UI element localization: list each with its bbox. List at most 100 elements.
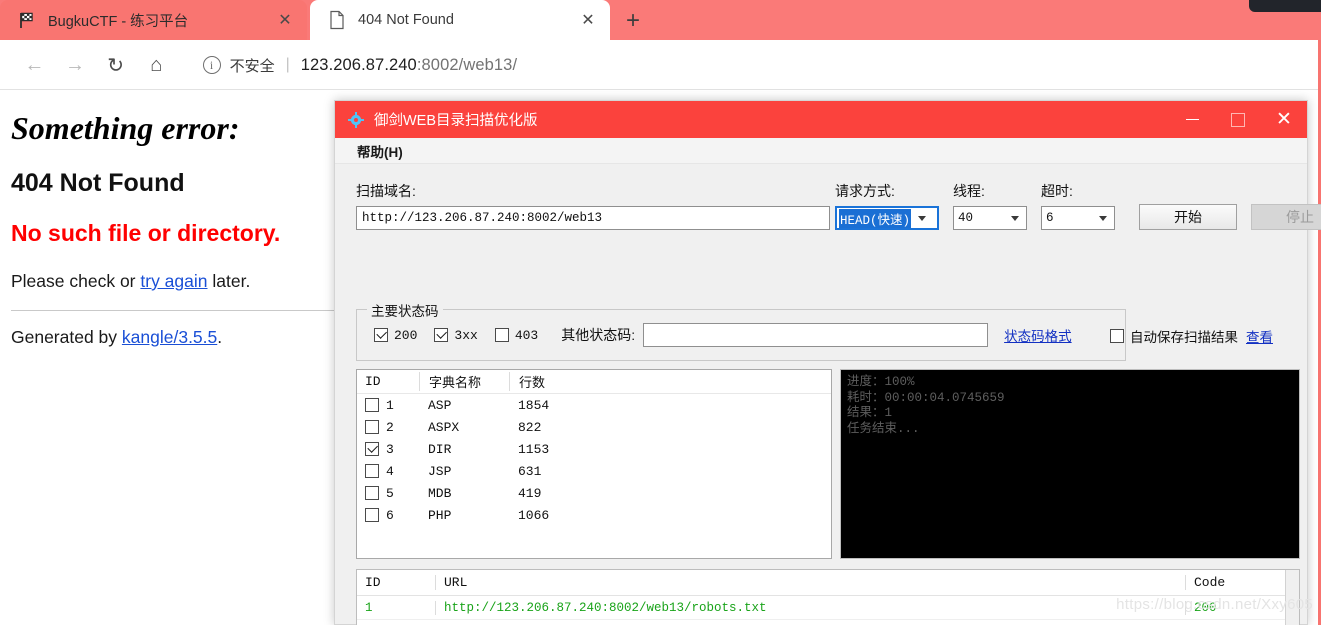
status-codes-fieldset: 主要状态码 200 3xx 403 其他状态码: 状态码格式 (356, 300, 1126, 361)
checkbox-autosave[interactable]: 自动保存扫描结果 (1110, 326, 1238, 346)
kangle-link[interactable]: kangle/3.5.5 (122, 327, 217, 347)
scanner-title-bar[interactable]: 御剑WEB目录扫描优化版 ✕ (335, 101, 1307, 138)
results-table[interactable]: ID URL Code 1 http://123.206.87.240:8002… (356, 569, 1300, 625)
scan-domain-input[interactable]: http://123.206.87.240:8002/web13 (356, 206, 830, 230)
home-icon[interactable]: ⌂ (136, 43, 177, 87)
chevron-down-icon[interactable] (911, 215, 933, 221)
try-again-link[interactable]: try again (140, 271, 207, 291)
tab-close-icon[interactable]: ✕ (271, 6, 299, 34)
generated-prefix: Generated by (11, 327, 122, 347)
checkbox-box[interactable] (365, 486, 379, 500)
back-icon[interactable]: ← (14, 43, 55, 87)
checkbox-200[interactable]: 200 (374, 328, 417, 343)
tab-title: BugkuCTF - 练习平台 (48, 13, 189, 30)
results-col-id: ID (365, 575, 381, 590)
checkbox-label: 403 (514, 327, 539, 343)
window-controls: ✕ (1169, 101, 1307, 138)
address-bar[interactable]: i 不安全 | 123.206.87.240:8002/web13/ (190, 47, 1321, 83)
dictionary-lines: 1153 (518, 441, 550, 457)
dictionary-list[interactable]: ID 字典名称 行数 1 ASP 1854 2 ASPX 822 3 DIR 1… (356, 369, 832, 559)
flag-icon (16, 9, 38, 31)
dictionary-id-cell: 3 (357, 442, 419, 457)
other-codes-label: 其他状态码: (561, 327, 636, 343)
chevron-down-icon[interactable] (1004, 215, 1026, 221)
browser-navigation-bar: ← → ↻ ⌂ i 不安全 | 123.206.87.240:8002/web1… (0, 40, 1321, 90)
scan-options-group: 请求方式: HEAD(快速) 线程: 40 超时: 6 开始 停止 (835, 181, 1321, 230)
dictionary-name: JSP (428, 463, 452, 479)
threads-select[interactable]: 40 (953, 206, 1027, 230)
threads-group: 线程: 40 (953, 181, 1027, 230)
table-row[interactable]: 1 http://123.206.87.240:8002/web13/robot… (357, 596, 1299, 620)
method-value: HEAD(快速) (839, 208, 912, 228)
checkbox-box[interactable] (365, 420, 379, 434)
checkbox-403[interactable]: 403 (494, 327, 539, 343)
omnibox-separator: | (285, 56, 290, 73)
result-code: 200 (1185, 600, 1267, 615)
result-id: 1 (365, 600, 373, 615)
dictionary-col-id: ID (365, 374, 381, 389)
table-row[interactable] (357, 620, 1299, 625)
dictionary-id: 4 (386, 463, 394, 479)
close-icon[interactable]: ✕ (1261, 101, 1307, 138)
screenshot-root: BugkuCTF - 练习平台 ✕ 404 Not Found ✕ + ← → … (0, 0, 1321, 625)
scan-domain-group: 扫描域名: http://123.206.87.240:8002/web13 (356, 181, 830, 230)
results-col-code: Code (1185, 575, 1267, 590)
timeout-label: 超时: (1041, 183, 1073, 199)
checkbox-box[interactable] (365, 398, 379, 412)
new-tab-button[interactable]: + (618, 6, 648, 36)
checkbox-box[interactable] (365, 464, 379, 478)
checkbox-box[interactable] (1110, 329, 1124, 343)
dictionary-lines: 1854 (518, 397, 550, 413)
forward-icon[interactable]: → (55, 43, 96, 87)
dictionary-row[interactable]: 3 DIR 1153 (357, 438, 831, 460)
minimize-icon[interactable] (1169, 101, 1215, 138)
security-label: 不安全 (229, 57, 275, 75)
console-output: 进度：100% 耗时：00:00:04.0745659 结果：1 任务结束... (840, 369, 1300, 559)
dictionary-id-cell: 4 (357, 464, 419, 479)
tab-title: 404 Not Found (358, 12, 454, 28)
checkbox-box[interactable] (374, 328, 388, 342)
view-results-link[interactable]: 查看 (1246, 326, 1273, 346)
checkbox-box[interactable] (494, 328, 509, 342)
info-icon[interactable]: i (202, 56, 221, 74)
maximize-icon[interactable] (1215, 101, 1261, 138)
checkbox-box[interactable] (434, 328, 449, 342)
timeout-group: 超时: 6 (1041, 181, 1115, 230)
method-select[interactable]: HEAD(快速) (835, 206, 939, 230)
start-button[interactable]: 开始 (1139, 204, 1237, 230)
dictionary-row[interactable]: 5 MDB 419 (357, 482, 831, 504)
scanner-title: 御剑WEB目录扫描优化版 (374, 113, 538, 129)
timeout-select[interactable]: 6 (1041, 206, 1115, 230)
chevron-down-icon[interactable] (1092, 215, 1114, 221)
checkbox-box[interactable] (365, 508, 379, 522)
dictionary-row[interactable]: 2 ASPX 822 (357, 416, 831, 438)
dictionary-id-cell: 2 (357, 420, 419, 435)
other-codes-input[interactable] (643, 323, 989, 347)
tab-close-icon[interactable]: ✕ (574, 6, 602, 34)
dictionary-lines: 822 (518, 419, 542, 435)
results-header: ID URL Code (357, 570, 1299, 596)
autosave-group: 自动保存扫描结果 查看 (1110, 326, 1273, 346)
threads-value: 40 (958, 211, 974, 225)
results-scrollbar[interactable] (1285, 570, 1299, 625)
dictionary-lines: 1066 (518, 507, 550, 523)
status-code-format-link[interactable]: 状态码格式 (1004, 325, 1072, 345)
stop-button[interactable]: 停止 (1251, 204, 1321, 230)
method-label: 请求方式: (835, 183, 895, 199)
dictionary-row[interactable]: 6 PHP 1066 (357, 504, 831, 526)
dictionary-row[interactable]: 4 JSP 631 (357, 460, 831, 482)
menu-item-help[interactable]: 帮助(H) (347, 141, 413, 161)
reload-icon[interactable]: ↻ (95, 43, 136, 87)
checkbox-3xx[interactable]: 3xx (434, 328, 478, 343)
dictionary-id-cell: 5 (357, 486, 419, 501)
checkbox-box[interactable] (365, 442, 379, 456)
page-icon (326, 9, 348, 31)
browser-tab-bugkuctf[interactable]: BugkuCTF - 练习平台 ✕ (0, 0, 307, 40)
result-url[interactable]: http://123.206.87.240:8002/web13/robots.… (435, 600, 1185, 615)
dictionary-name: PHP (428, 507, 452, 523)
url-path: :8002/web13/ (416, 55, 518, 74)
dictionary-col-name: 字典名称 (419, 372, 509, 391)
timeout-value: 6 (1046, 211, 1054, 225)
dictionary-row[interactable]: 1 ASP 1854 (357, 394, 831, 416)
browser-tab-404[interactable]: 404 Not Found ✕ (310, 0, 610, 40)
